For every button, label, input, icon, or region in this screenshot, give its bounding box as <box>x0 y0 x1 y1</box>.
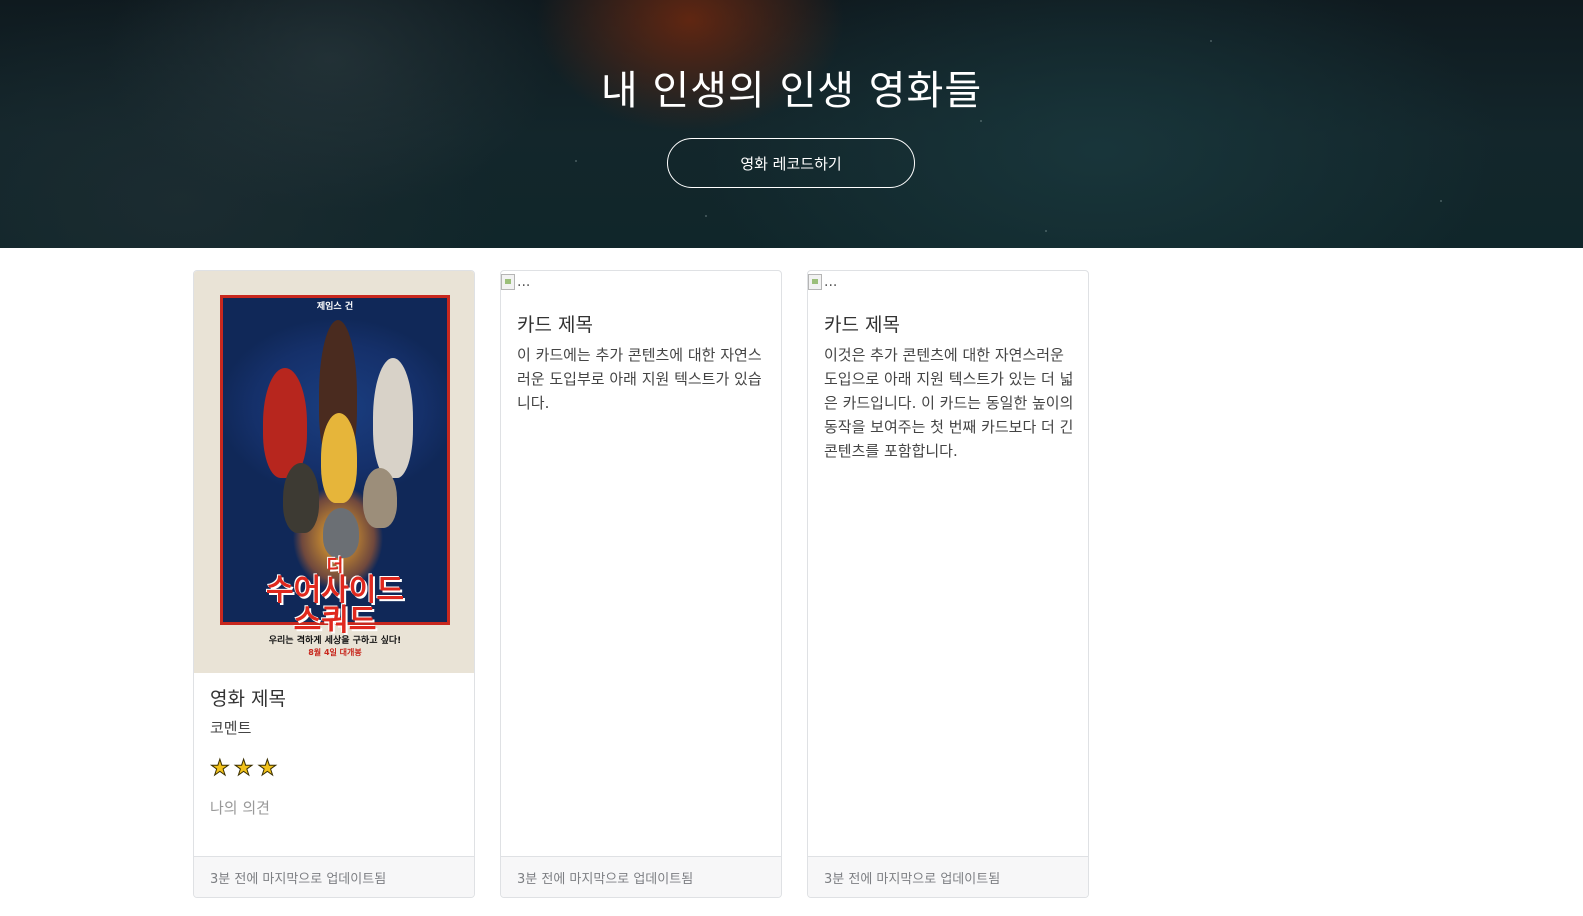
poster-tagline: 우리는 격하게 세상을 구하고 싶다! <box>268 636 402 646</box>
content-card: ... 카드 제목 이 카드에는 추가 콘텐츠에 대한 자연스러운 도입부로 아… <box>500 270 782 898</box>
star-icon: ★ <box>233 756 254 781</box>
card-image: ... <box>501 271 530 293</box>
movie-card: 제임스 건 더 수어사이드 스쿼드 우리는 격하게 세상을 구하고 싶다! 8월… <box>193 270 475 898</box>
movie-poster-image: 제임스 건 더 수어사이드 스쿼드 우리는 격하게 세상을 구하고 싶다! 8월… <box>194 271 474 673</box>
poster-logo: 더 수어사이드 스쿼드 <box>216 558 454 636</box>
card-image-alt: ... <box>517 274 531 290</box>
movie-comment: 코멘트 <box>210 719 252 737</box>
movie-opinion: 나의 의견 <box>210 799 270 817</box>
hero-speck <box>1440 200 1442 202</box>
poster-figure <box>263 368 307 478</box>
card-image: ... <box>808 271 837 293</box>
card-title: 카드 제목 <box>824 314 900 336</box>
last-updated-text: 3분 전에 마지막으로 업데이트됨 <box>824 871 1001 887</box>
rating-stars: ★ ★ ★ <box>210 756 278 781</box>
card-image-alt: ... <box>824 274 838 290</box>
hero-speck <box>980 120 982 122</box>
poster-director-text: 제임스 건 <box>316 302 354 312</box>
poster-logo-line2: 스쿼드 <box>293 603 377 638</box>
card-text: 이 카드에는 추가 콘텐츠에 대한 자연스러운 도입부로 아래 지원 텍스트가 … <box>517 346 762 412</box>
content-card: ... 카드 제목 이것은 추가 콘텐츠에 대한 자연스러운 도입으로 아래 지… <box>807 270 1089 898</box>
broken-image-icon <box>501 274 515 290</box>
poster-figure <box>323 508 359 558</box>
poster-figure <box>373 358 413 478</box>
page-title: 내 인생의 인생 영화들 <box>600 68 983 114</box>
poster-figure <box>321 413 357 503</box>
record-movie-button[interactable]: 영화 레코드하기 <box>667 138 915 188</box>
poster-figure <box>363 468 397 528</box>
card-footer: 3분 전에 마지막으로 업데이트됨 <box>808 856 1088 897</box>
broken-image-icon <box>808 274 822 290</box>
poster-release-date: 8월 4일 대개봉 <box>308 648 362 657</box>
star-icon: ★ <box>210 756 231 781</box>
card-text: 이것은 추가 콘텐츠에 대한 자연스러운 도입으로 아래 지원 텍스트가 있는 … <box>824 346 1074 460</box>
movie-title: 영화 제목 <box>210 688 286 710</box>
card-footer: 3분 전에 마지막으로 업데이트됨 <box>194 856 474 897</box>
hero-speck <box>1210 40 1212 42</box>
last-updated-text: 3분 전에 마지막으로 업데이트됨 <box>517 871 694 887</box>
last-updated-text: 3분 전에 마지막으로 업데이트됨 <box>210 871 387 887</box>
card-footer: 3분 전에 마지막으로 업데이트됨 <box>501 856 781 897</box>
hero-speck <box>575 160 577 162</box>
card-title: 카드 제목 <box>517 314 593 336</box>
poster-figure <box>283 463 319 533</box>
poster-logo-line1: 수어사이드 <box>266 573 404 608</box>
hero-speck <box>1045 230 1047 232</box>
hero-speck <box>705 215 707 217</box>
hero-banner: 내 인생의 인생 영화들 영화 레코드하기 <box>0 0 1583 248</box>
star-icon: ★ <box>257 756 278 781</box>
